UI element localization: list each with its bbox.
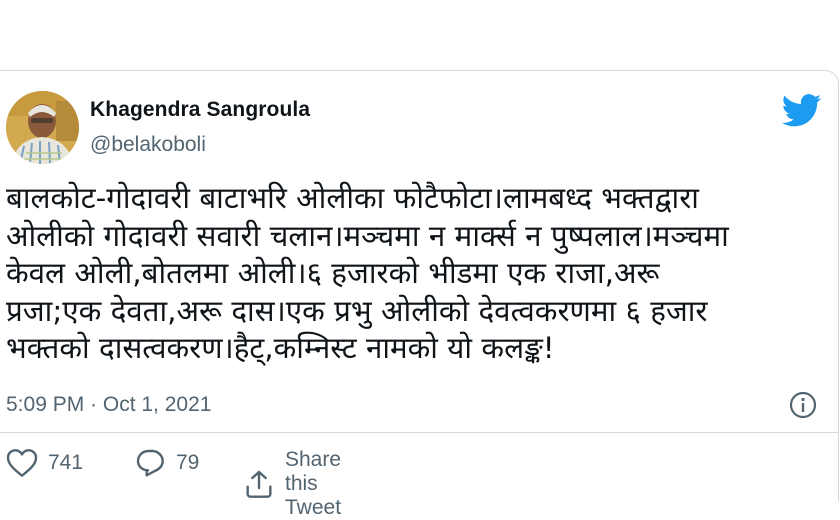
tweet-line: ओलीको गोदावरी सवारी चलान।मञ्चमा न मार्क्… xyxy=(6,218,729,253)
avatar[interactable] xyxy=(6,91,79,164)
tweet-line: केवल ओली,बोतलमा ओली।६ हजारको भीडमा एक रा… xyxy=(6,256,660,290)
info-icon[interactable] xyxy=(788,390,818,420)
divider xyxy=(0,432,838,433)
reply-count: 79 xyxy=(176,451,200,474)
heart-icon xyxy=(6,448,38,478)
tweet-text: बालकोट-गोदावरी बाटाभरि ओलीका फोटैफोटा।ला… xyxy=(6,180,806,368)
share-icon xyxy=(243,469,275,499)
twitter-bird-icon[interactable] xyxy=(781,94,822,127)
share-label: Share this Tweet xyxy=(285,448,342,519)
share-button[interactable]: Share this Tweet xyxy=(243,448,341,520)
reply-icon xyxy=(134,448,166,478)
author-name[interactable]: Khagendra Sangroula xyxy=(90,98,310,122)
author-handle[interactable]: @belakoboli xyxy=(90,133,206,157)
reply-button[interactable]: 79 xyxy=(134,448,199,478)
tweet-line: भक्तको दासत्वकरण।हैट्,कम्निस्ट नामको यो … xyxy=(6,331,555,365)
tweet-line: प्रजा;एक देवता,अरू दास।एक प्रभु ओलीको दे… xyxy=(6,293,708,328)
tweet-timestamp[interactable]: 5:09 PM · Oct 1, 2021 xyxy=(6,393,211,417)
like-count: 741 xyxy=(48,451,84,474)
tweet-line: बालकोट-गोदावरी बाटाभरि ओलीका फोटैफोटा।ला… xyxy=(6,181,699,215)
like-button[interactable]: 741 xyxy=(6,448,83,478)
